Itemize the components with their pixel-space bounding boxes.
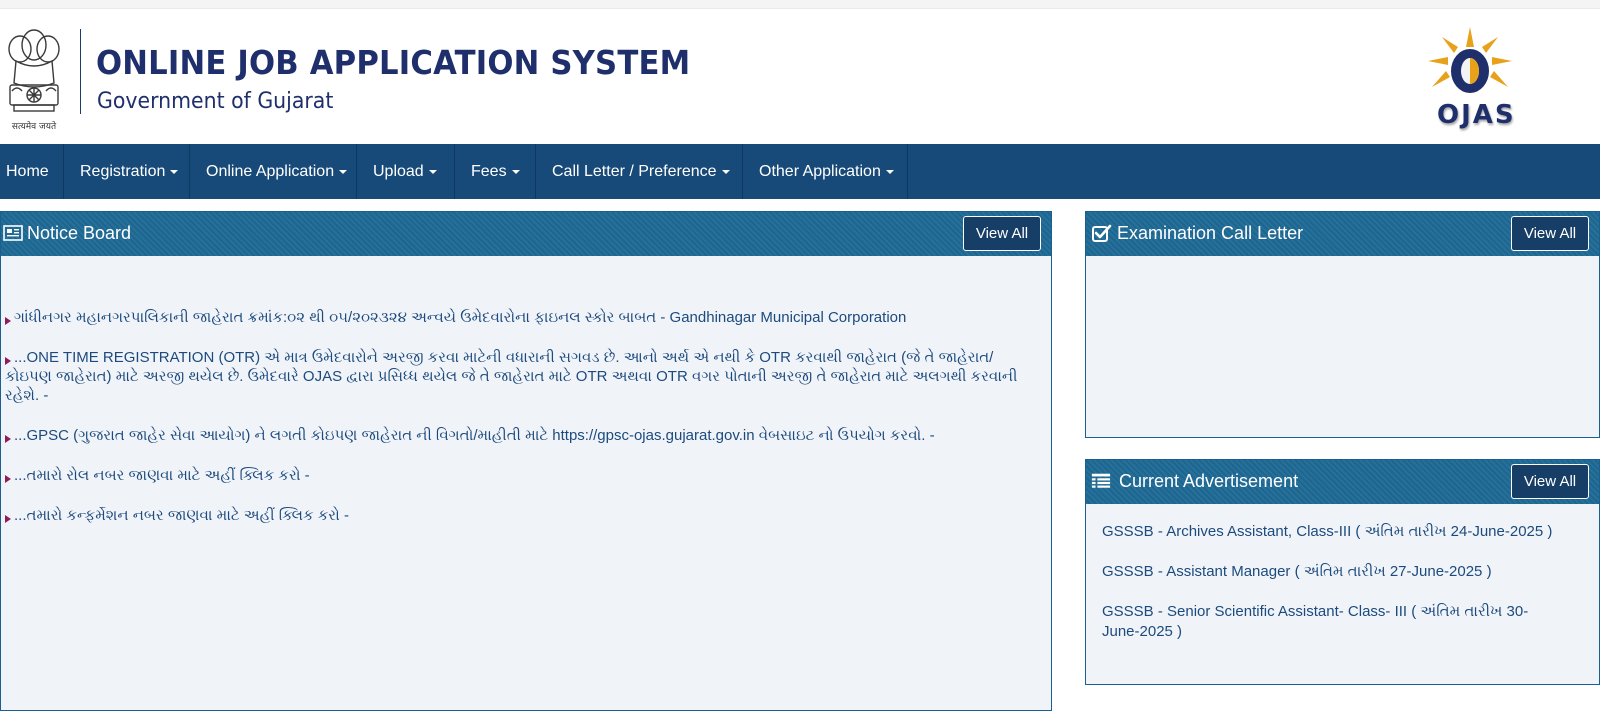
ojas-logo-text: OJAS [1437,100,1516,130]
notice-item[interactable]: ...તમારો કન્ફર્મેશન નબર જાણવા માટે અહીં … [5,506,1035,525]
caret-down-icon [721,169,730,174]
header-divider [80,29,81,114]
main-navbar: Home Registration Online Application Upl… [0,144,1600,199]
nav-fees[interactable]: Fees [455,144,536,199]
notice-text: ...GPSC (ગુજરાત જાહેર સેવા આયોગ) ને લગતી… [14,427,935,444]
notice-item[interactable]: ...GPSC (ગુજરાત જાહેર સેવા આયોગ) ને લગતી… [5,426,1035,445]
caret-down-icon [339,169,348,174]
exam-call-letter-title: Examination Call Letter [1117,223,1304,243]
nav-registration-label: Registration [80,163,166,180]
caret-down-icon [511,169,520,174]
site-subtitle: Government of Gujarat [97,89,334,114]
top-strip [0,0,1600,9]
notice-board-title: Notice Board [27,223,132,243]
notice-text: ...તમારો રોલ નબર જાણવા માટે અહીં ક્લિક ક… [14,467,310,484]
nav-other-application-label: Other Application [759,163,881,180]
nav-online-application[interactable]: Online Application [190,144,357,199]
current-advertisement-view-all-button[interactable]: View All [1511,464,1589,499]
notice-board-header: Notice Board View All [1,212,1051,256]
notice-text: ગાંધીનગર મહાનગરપાલિકાની જાહેરાત ક્રમાંક:… [14,309,907,326]
nav-other-application[interactable]: Other Application [743,144,908,199]
notice-item[interactable]: ગાંધીનગર મહાનગરપાલિકાની જાહેરાત ક્રમાંક:… [5,308,1035,327]
notice-text: ...ONE TIME REGISTRATION (OTR) એ માત્ર ઉ… [5,349,1018,404]
bullet-arrow-icon [5,435,11,443]
notice-list: ગાંધીનગર મહાનગરપાલિકાની જાહેરાત ક્રમાંક:… [5,308,1035,546]
exam-call-letter-header: Examination Call Letter View All [1086,212,1599,256]
bullet-arrow-icon [5,317,11,325]
nav-call-letter-label: Call Letter / Preference [552,163,717,180]
checkbox-icon [1092,224,1112,242]
nav-call-letter-preference[interactable]: Call Letter / Preference [536,144,743,199]
notice-item[interactable]: ...તમારો રોલ નબર જાણવા માટે અહીં ક્લિક ક… [5,466,1035,485]
notice-item[interactable]: ...ONE TIME REGISTRATION (OTR) એ માત્ર ઉ… [5,348,1035,405]
site-header: सत्यमेव जयते ONLINE JOB APPLICATION SYST… [0,9,1600,144]
advertisement-link[interactable]: GSSSB - Archives Assistant, Class-III ( … [1102,522,1562,542]
current-advertisement-title: Current Advertisement [1119,471,1299,491]
advertisement-list: GSSSB - Archives Assistant, Class-III ( … [1102,522,1562,662]
nav-online-application-label: Online Application [206,163,335,180]
list-icon [1091,473,1111,488]
nav-home-label: Home [6,163,49,180]
caret-down-icon [428,169,437,174]
caret-down-icon [885,169,894,174]
nav-upload[interactable]: Upload [357,144,455,199]
advertisement-link[interactable]: GSSSB - Senior Scientific Assistant- Cla… [1102,602,1562,642]
advertisement-link[interactable]: GSSSB - Assistant Manager ( અંતિમ તારીખ … [1102,562,1562,582]
notice-board-view-all-button[interactable]: View All [963,216,1041,251]
bullet-arrow-icon [5,357,11,365]
bullet-arrow-icon [5,515,11,523]
notice-text: ...તમારો કન્ફર્મેશન નબર જાણવા માટે અહીં … [14,507,349,524]
current-advertisement-panel: Current Advertisement View All GSSSB - A… [1085,459,1600,685]
caret-down-icon [170,169,179,174]
emblem-caption: सत्यमेव जयते [11,122,57,132]
site-title: ONLINE JOB APPLICATION SYSTEM [96,43,691,82]
newspaper-icon [3,225,23,241]
nav-fees-label: Fees [471,163,507,180]
nav-registration[interactable]: Registration [64,144,190,199]
exam-call-letter-panel: Examination Call Letter View All [1085,211,1600,438]
notice-board-panel: Notice Board View All ગાંધીનગર મહાનગરપાલ… [0,211,1052,711]
bullet-arrow-icon [5,475,11,483]
nav-upload-label: Upload [373,163,424,180]
current-advertisement-header: Current Advertisement View All [1086,460,1599,504]
exam-call-letter-view-all-button[interactable]: View All [1511,216,1589,251]
nav-home[interactable]: Home [0,144,64,199]
